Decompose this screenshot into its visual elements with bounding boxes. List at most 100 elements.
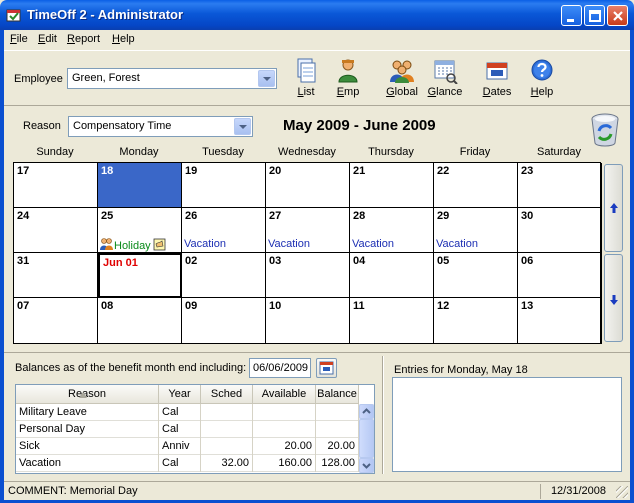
day-number: 12 <box>437 300 450 312</box>
calendar-day[interactable]: 03 <box>266 253 350 298</box>
scroll-down-button[interactable] <box>359 458 374 473</box>
balances-table: Reason Year Sched Available Balance Mili… <box>15 384 375 474</box>
table-cell <box>316 404 359 421</box>
calendar-day[interactable]: 17 <box>14 163 98 208</box>
day-number: 19 <box>185 165 198 177</box>
day-number: 25 <box>101 210 114 222</box>
arrow-up-icon <box>610 203 618 213</box>
maximize-button[interactable] <box>584 5 605 26</box>
table-cell: 20.00 <box>253 438 316 455</box>
calendar-day[interactable]: 26 Vacation <box>182 208 266 253</box>
calendar-day[interactable]: 18 <box>98 163 182 208</box>
vacation-entry[interactable]: Vacation <box>352 238 394 250</box>
calendar-day[interactable]: 19 <box>182 163 266 208</box>
calendar-day[interactable]: 29 Vacation <box>434 208 518 253</box>
date-picker-button[interactable] <box>316 358 337 378</box>
calendar-day[interactable]: 21 <box>350 163 434 208</box>
menu-bar: File Edit Report Help <box>4 30 630 49</box>
calendar-day[interactable]: 11 <box>350 298 434 344</box>
glance-button[interactable]: Glance <box>425 56 465 104</box>
calendar-day[interactable]: 10 <box>266 298 350 344</box>
calendar-day[interactable]: 20 <box>266 163 350 208</box>
calendar-day[interactable]: 13 <box>518 298 602 344</box>
global-button[interactable]: Global <box>382 56 422 104</box>
vacation-entry[interactable]: Vacation <box>436 238 478 250</box>
calendar-day[interactable]: 07 <box>14 298 98 344</box>
table-row[interactable]: Personal Day Cal <box>16 421 359 438</box>
close-button[interactable] <box>607 5 628 26</box>
day-number: 23 <box>521 165 534 177</box>
status-separator <box>540 484 541 499</box>
col-sched[interactable]: Sched <box>201 385 253 404</box>
vacation-entry[interactable]: Vacation <box>184 238 226 250</box>
calendar-day[interactable]: 12 <box>434 298 518 344</box>
calendar-day[interactable]: 30 <box>518 208 602 253</box>
day-number: 31 <box>17 255 30 267</box>
recycle-bin-icon[interactable] <box>588 112 622 148</box>
calendar-day[interactable]: 02 <box>182 253 266 298</box>
chevron-down-icon[interactable] <box>234 118 251 135</box>
table-cell: 20.00 <box>316 438 359 455</box>
menu-report[interactable]: Report <box>67 33 100 45</box>
global-group-icon <box>390 60 414 83</box>
day-number: 13 <box>521 300 534 312</box>
calendar-day[interactable]: 24 <box>14 208 98 253</box>
calendar-day[interactable]: 28 Vacation <box>350 208 434 253</box>
balances-scrollbar[interactable] <box>359 404 374 473</box>
note-hand-icon <box>153 238 166 251</box>
menu-help[interactable]: Help <box>112 33 135 45</box>
col-year[interactable]: Year <box>159 385 201 404</box>
emp-button[interactable]: Emp <box>328 56 368 104</box>
calendar-day[interactable]: 08 <box>98 298 182 344</box>
calendar-day[interactable]: 05 <box>434 253 518 298</box>
scroll-thumb[interactable] <box>359 419 374 458</box>
menu-edit[interactable]: Edit <box>38 33 57 45</box>
sort-ascending-icon <box>79 392 87 398</box>
col-reason[interactable]: Reason <box>16 385 159 404</box>
next-week-button[interactable] <box>604 254 623 342</box>
help-button[interactable]: Help <box>522 56 562 104</box>
resize-grip-icon[interactable] <box>616 486 628 498</box>
reason-select[interactable]: Compensatory Time <box>68 116 253 137</box>
day-header-6: Saturday <box>536 146 582 158</box>
calendar-day[interactable]: 27 Vacation <box>266 208 350 253</box>
date-range-title: May 2009 - June 2009 <box>283 117 436 134</box>
minimize-icon <box>567 19 574 22</box>
col-available[interactable]: Available <box>253 385 316 404</box>
table-row[interactable]: Sick Anniv 20.00 20.00 <box>16 438 359 455</box>
table-row[interactable]: Military Leave Cal <box>16 404 359 421</box>
holiday-entry[interactable]: Holiday <box>100 238 167 252</box>
calendar-day[interactable]: 22 <box>434 163 518 208</box>
calendar-day[interactable]: 04 <box>350 253 434 298</box>
entries-list[interactable] <box>392 377 622 472</box>
dates-button[interactable]: Dates <box>477 56 517 104</box>
glance-icon <box>434 60 458 84</box>
window-title: TimeOff 2 - Administrator <box>27 7 184 22</box>
maximize-icon <box>589 10 601 22</box>
calendar-day[interactable]: 25 Holiday <box>98 208 182 253</box>
chevron-down-icon <box>362 463 371 469</box>
calendar-day[interactable]: 09 <box>182 298 266 344</box>
scroll-up-button[interactable] <box>359 404 374 419</box>
menu-file[interactable]: File <box>10 33 28 45</box>
table-cell: Military Leave <box>16 404 159 421</box>
vacation-entry[interactable]: Vacation <box>268 238 310 250</box>
col-balance[interactable]: Balance <box>316 385 359 404</box>
minimize-button[interactable] <box>561 5 582 26</box>
employee-select[interactable]: Green, Forest <box>67 68 277 89</box>
people-icon <box>100 238 113 250</box>
table-row[interactable]: Vacation Cal 32.00 160.00 128.00 <box>16 455 359 472</box>
balance-date-field[interactable]: 06/06/2009 <box>249 358 311 378</box>
chevron-down-icon[interactable] <box>258 70 275 87</box>
balances-label: Balances as of the benefit month end inc… <box>15 362 247 374</box>
calendar-day[interactable]: 31 <box>14 253 98 298</box>
calendar-day[interactable]: Jun 01 <box>98 253 182 298</box>
calendar-day[interactable]: 06 <box>518 253 602 298</box>
previous-week-button[interactable] <box>604 164 623 252</box>
calendar-day[interactable]: 23 <box>518 163 602 208</box>
table-cell: Cal <box>159 421 201 438</box>
panel-divider <box>382 356 384 474</box>
list-button[interactable]: List <box>286 56 326 104</box>
reason-value: Compensatory Time <box>73 120 172 132</box>
day-number: 10 <box>269 300 282 312</box>
